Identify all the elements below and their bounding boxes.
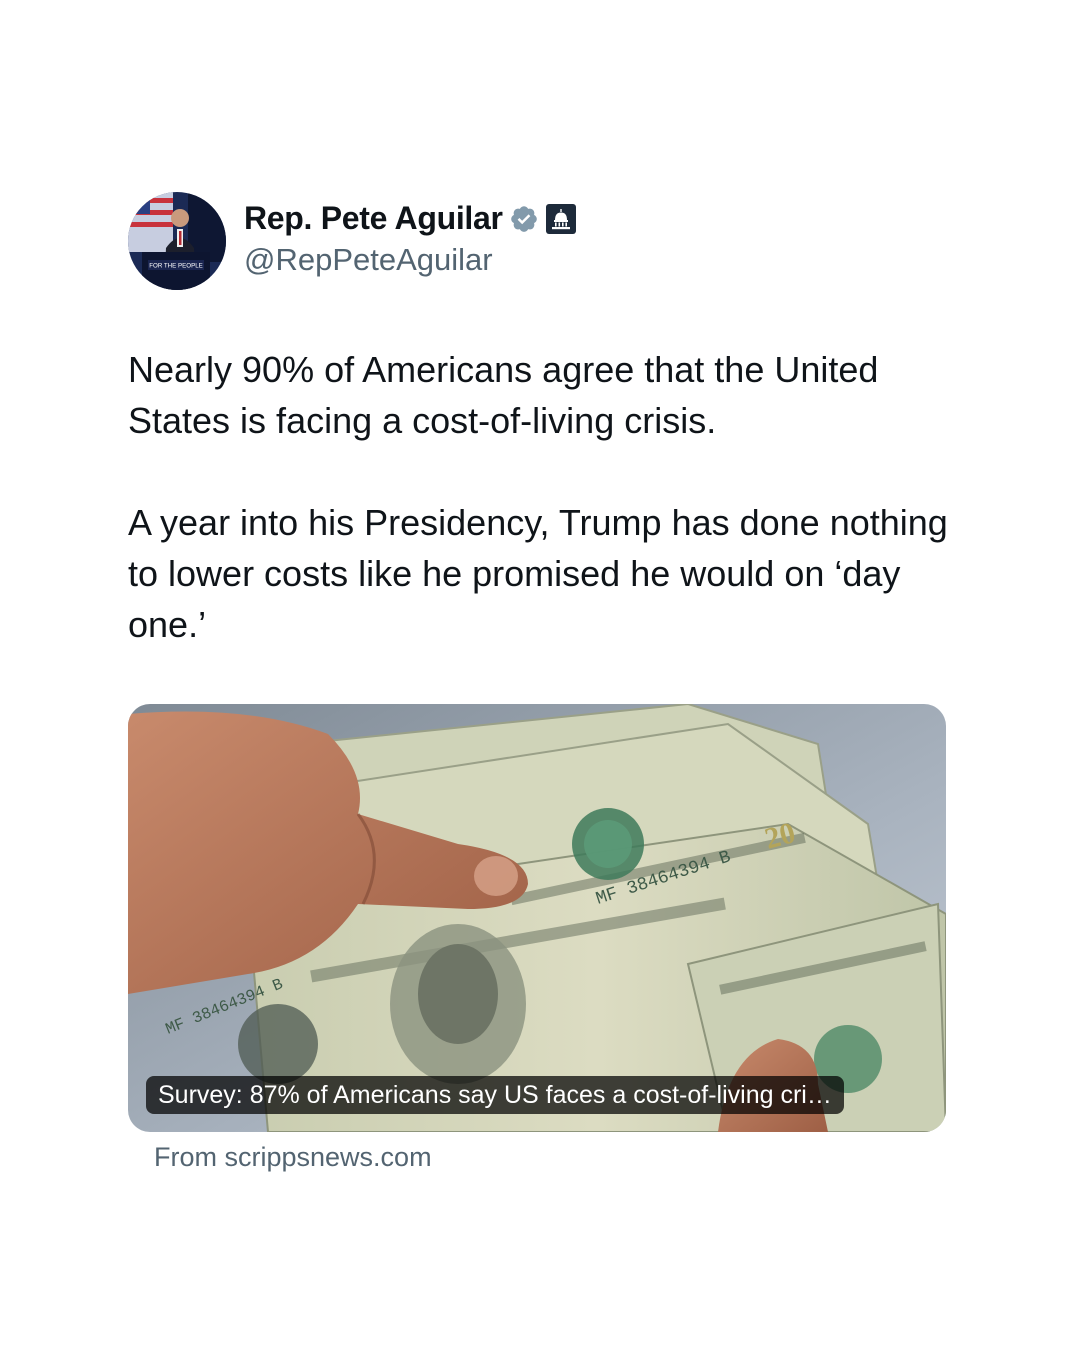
avatar[interactable]: FOR THE PEOPLE (128, 192, 226, 290)
tweet-text: Nearly 90% of Americans agree that the U… (128, 344, 948, 650)
tweet: FOR THE PEOPLE Rep. Pete Aguilar @RepPet… (128, 190, 948, 1173)
capitol-building-icon[interactable] (545, 203, 577, 235)
user-handle[interactable]: @RepPeteAguilar (244, 242, 493, 278)
verified-badge-icon[interactable] (509, 204, 539, 234)
tweet-paragraph: Nearly 90% of Americans agree that the U… (128, 349, 879, 441)
link-card-source[interactable]: From scrippsnews.com (154, 1142, 948, 1173)
cash-in-hand-image: MF 38464394 B MF 38464394 B 20 (128, 704, 946, 1132)
display-name[interactable]: Rep. Pete Aguilar (244, 200, 503, 237)
tweet-header: FOR THE PEOPLE Rep. Pete Aguilar @RepPet… (128, 190, 948, 290)
podium-sign-text: FOR THE PEOPLE (149, 263, 203, 270)
link-card-title[interactable]: Survey: 87% of Americans say US faces a … (146, 1076, 844, 1114)
tweet-paragraph: A year into his Presidency, Trump has do… (128, 502, 948, 645)
name-row: Rep. Pete Aguilar (244, 200, 577, 237)
link-card[interactable]: MF 38464394 B MF 38464394 B 20 Survey: 8… (128, 704, 946, 1132)
